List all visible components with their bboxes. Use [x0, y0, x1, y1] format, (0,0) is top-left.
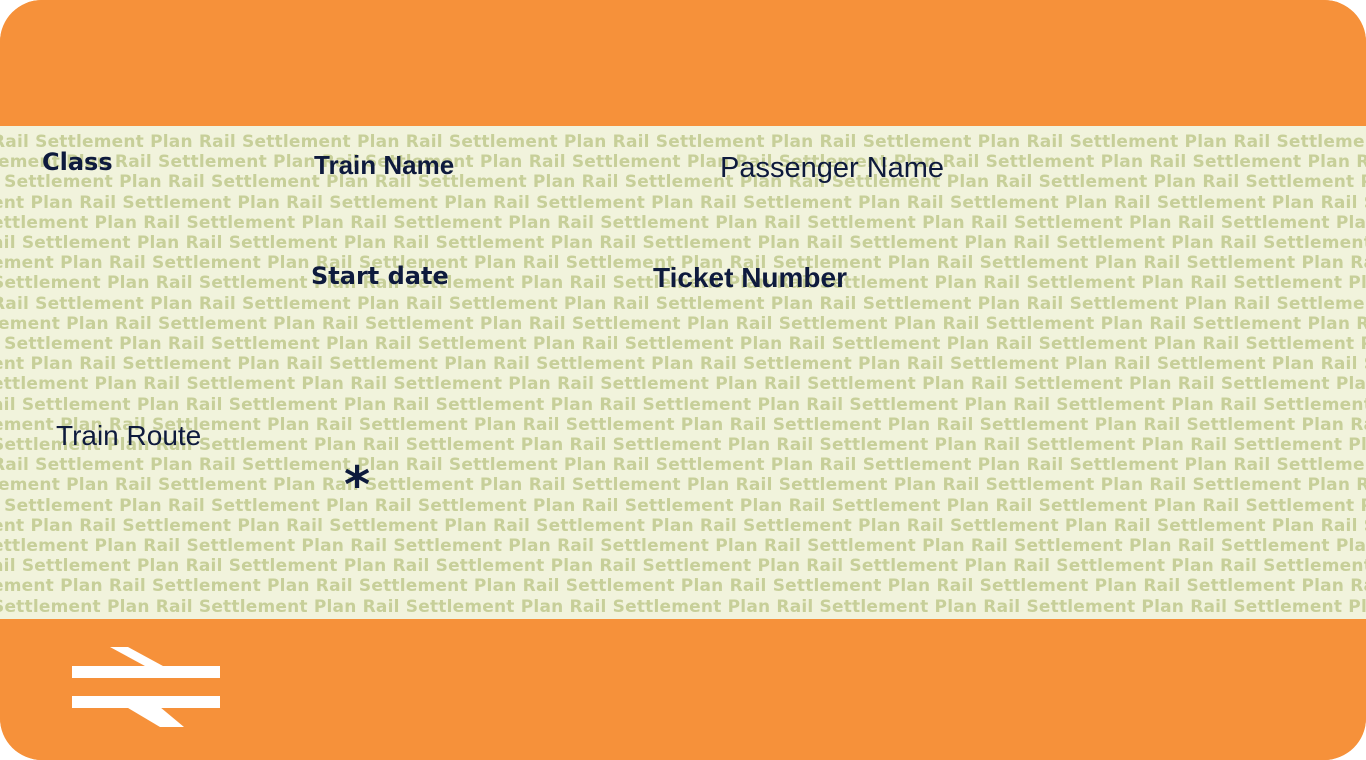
pattern-line: ail Settlement Plan Rail Settlement Plan…: [0, 394, 1366, 415]
train-route-label: Train Route: [56, 420, 202, 451]
pattern-line: Rail Settlement Plan Rail Settlement Pla…: [0, 132, 1366, 152]
pattern-line: lement Plan Rail Settlement Plan Rail Se…: [0, 475, 1366, 496]
pattern-line: ettlement Plan Rail Settlement Plan Rail…: [0, 212, 1366, 233]
train-name-label: Train Name: [314, 150, 455, 180]
rail-ticket: Rail Settlement Plan Rail Settlement Pla…: [0, 0, 1366, 760]
start-date-label: Start date: [311, 262, 449, 290]
pattern-line: ement Plan Rail Settlement Plan Rail Set…: [0, 576, 1366, 597]
pattern-line: l Settlement Plan Rail Settlement Plan R…: [0, 172, 1366, 193]
pattern-line: Rail Settlement Plan Rail Settlement Pla…: [0, 455, 1366, 476]
pattern-line: ettlement Plan Rail Settlement Plan Rail…: [0, 536, 1366, 556]
pattern-line: ail Settlement Plan Rail Settlement Plan…: [0, 233, 1366, 253]
pattern-line: ettlement Plan Rail Settlement Plan Rail…: [0, 374, 1366, 395]
pattern-line: l Settlement Plan Rail Settlement Plan R…: [0, 334, 1366, 354]
pattern-line: ent Plan Rail Settlement Plan Rail Settl…: [0, 354, 1366, 375]
pattern-line: ement Plan Rail Settlement Plan Rail Set…: [0, 414, 1366, 435]
pattern-line: Settlement Plan Rail Settlement Plan Rai…: [0, 596, 1366, 617]
pattern-line: lement Plan Rail Settlement Plan Rail Se…: [0, 313, 1366, 334]
pattern-line: ent Plan Rail Settlement Plan Rail Settl…: [0, 515, 1366, 536]
passenger-name-label: Passenger Name: [720, 152, 945, 184]
security-pattern: Rail Settlement Plan Rail Settlement Pla…: [0, 126, 1366, 619]
ticket-number-label: Ticket Number: [653, 262, 847, 293]
pattern-line: Rail Settlement Plan Rail Settlement Pla…: [0, 293, 1366, 314]
pattern-line: l Settlement Plan Rail Settlement Plan R…: [0, 495, 1366, 516]
class-label: Class: [42, 148, 113, 176]
pattern-line: Settlement Plan Rail Settlement Plan Rai…: [0, 435, 1366, 455]
pattern-line: lement Plan Rail Settlement Plan Rail Se…: [0, 152, 1366, 173]
pattern-line: ent Plan Rail Settlement Plan Rail Settl…: [0, 192, 1366, 213]
ticket-top-band: [0, 0, 1366, 126]
asterisk-marker: *: [344, 456, 371, 514]
pattern-line: ail Settlement Plan Rail Settlement Plan…: [0, 556, 1366, 577]
double-arrow-logo-icon: [72, 647, 220, 727]
